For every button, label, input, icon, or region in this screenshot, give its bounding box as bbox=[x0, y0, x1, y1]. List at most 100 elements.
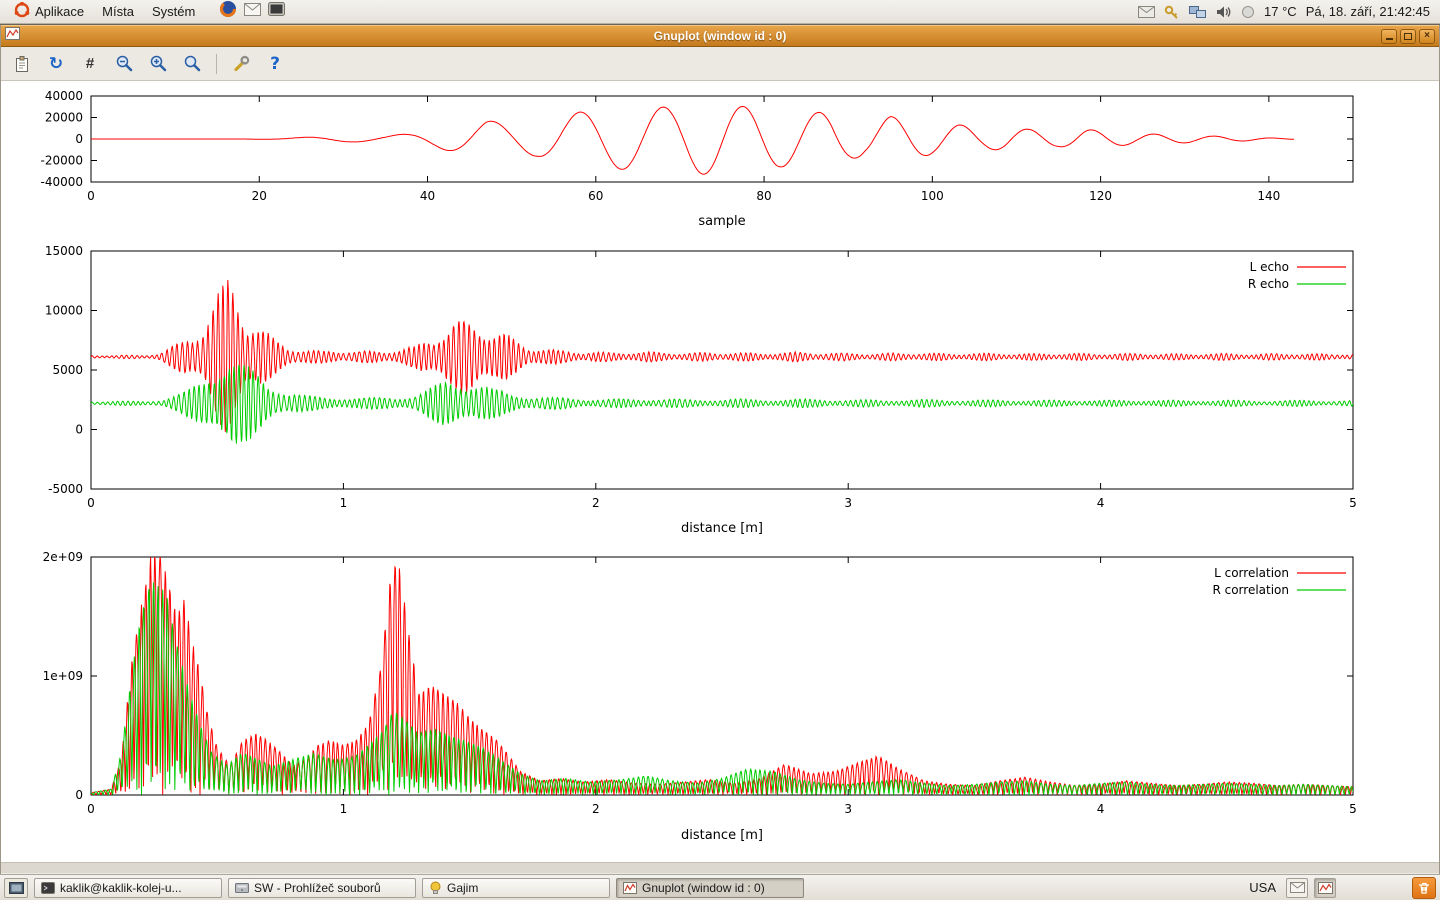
mail-icon bbox=[1290, 882, 1305, 893]
x-tick-label: 3 bbox=[844, 496, 852, 510]
keyring-icon[interactable] bbox=[1164, 5, 1180, 19]
plots-svg[interactable]: 020406080100120140-40000-200000200004000… bbox=[1, 81, 1440, 862]
mail-launcher-icon[interactable] bbox=[244, 3, 261, 21]
x-tick-label: 80 bbox=[756, 189, 771, 203]
clock-applet[interactable]: Pá, 18. září, 21:42:45 bbox=[1306, 4, 1430, 19]
copy-to-clipboard-button[interactable] bbox=[9, 51, 35, 77]
x-tick-label: 3 bbox=[844, 802, 852, 816]
close-icon: × bbox=[1424, 31, 1430, 41]
help-icon: ? bbox=[270, 54, 280, 74]
plot-border bbox=[91, 251, 1353, 489]
panel-launchers bbox=[219, 0, 285, 23]
close-button[interactable]: × bbox=[1419, 29, 1435, 44]
y-tick-label: 40000 bbox=[45, 89, 83, 103]
terminal-launcher-icon[interactable] bbox=[268, 2, 285, 21]
taskbar-item-gnuplot[interactable]: Gnuplot (window id : 0) bbox=[616, 878, 804, 898]
keyboard-layout-indicator[interactable]: USA bbox=[1245, 880, 1280, 895]
toggle-grid-button[interactable]: # bbox=[77, 51, 103, 77]
series-l-correlation bbox=[91, 556, 1353, 795]
y-tick-label: 0 bbox=[75, 132, 83, 146]
x-axis-label: distance [m] bbox=[681, 828, 763, 843]
taskbar-item-label: Gajim bbox=[447, 881, 478, 895]
menu-applications[interactable]: Aplikace bbox=[6, 0, 92, 23]
window-resize-edge[interactable] bbox=[1, 862, 1439, 873]
titlebar[interactable]: Gnuplot (window id : 0) × bbox=[1, 25, 1439, 47]
x-tick-label: 1 bbox=[340, 496, 348, 510]
x-tick-label: 20 bbox=[252, 189, 267, 203]
plot-area: 020406080100120140-40000-200000200004000… bbox=[1, 81, 1439, 862]
y-tick-label: -40000 bbox=[40, 175, 83, 189]
legend-label: L correlation bbox=[1214, 566, 1289, 580]
taskbar: kaklik@kaklik-kolej-u... SW - Prohlížeč … bbox=[0, 874, 1440, 900]
firefox-icon[interactable] bbox=[219, 0, 237, 23]
menu-system[interactable]: Systém bbox=[144, 2, 203, 21]
taskbar-item-label: kaklik@kaklik-kolej-u... bbox=[60, 881, 182, 895]
tray-mail-button[interactable] bbox=[1286, 878, 1308, 898]
gnuplot-task-icon bbox=[623, 882, 637, 894]
volume-icon[interactable] bbox=[1216, 5, 1232, 19]
autoscale-button[interactable] bbox=[179, 51, 205, 77]
x-tick-label: 2 bbox=[592, 496, 600, 510]
y-tick-label: 20000 bbox=[45, 111, 83, 125]
taskbar-item-gajim[interactable]: Gajim bbox=[422, 878, 610, 898]
magnifier-icon bbox=[183, 54, 202, 73]
chart-1: 012345-5000050001000015000distance [m]L … bbox=[45, 244, 1357, 536]
x-tick-label: 4 bbox=[1097, 496, 1105, 510]
chart-2: 01234501e+092e+09distance [m]L correlati… bbox=[43, 550, 1357, 843]
configure-button[interactable] bbox=[228, 51, 254, 77]
x-axis-label: distance [m] bbox=[681, 521, 763, 536]
legend-label: R echo bbox=[1248, 277, 1289, 291]
weather-temperature[interactable]: 17 °C bbox=[1264, 4, 1297, 19]
maximize-button[interactable] bbox=[1400, 29, 1416, 44]
legend-label: R correlation bbox=[1212, 583, 1289, 597]
x-tick-label: 2 bbox=[592, 802, 600, 816]
gnuplot-toolbar: ↻ # ? bbox=[1, 47, 1439, 81]
magnifier-minus-icon bbox=[115, 54, 134, 73]
gnuplot-tray-icon bbox=[1318, 882, 1333, 894]
y-tick-label: 0 bbox=[75, 423, 83, 437]
mail-notify-icon[interactable] bbox=[1138, 6, 1155, 18]
menu-places-label: Místa bbox=[102, 4, 134, 19]
network-icon[interactable] bbox=[1189, 5, 1207, 19]
menu-system-label: Systém bbox=[152, 4, 195, 19]
show-desktop-button[interactable] bbox=[4, 878, 28, 898]
taskbar-item-terminal[interactable]: kaklik@kaklik-kolej-u... bbox=[34, 878, 222, 898]
tray-gnuplot-button[interactable] bbox=[1314, 878, 1336, 898]
series-r-echo bbox=[91, 365, 1353, 444]
x-tick-label: 0 bbox=[87, 189, 95, 203]
x-axis-label: sample bbox=[698, 214, 745, 229]
taskbar-item-label: SW - Prohlížeč souborů bbox=[254, 881, 381, 895]
x-tick-label: 140 bbox=[1257, 189, 1280, 203]
legend-label: L echo bbox=[1250, 260, 1289, 274]
tray-spacer bbox=[1342, 887, 1406, 888]
grid-icon: # bbox=[86, 55, 94, 72]
gajim-icon bbox=[429, 881, 442, 894]
x-tick-label: 120 bbox=[1089, 189, 1112, 203]
wrench-icon bbox=[232, 55, 250, 73]
ubuntu-logo-icon bbox=[14, 2, 30, 21]
help-button[interactable]: ? bbox=[262, 51, 288, 77]
window-title: Gnuplot (window id : 0) bbox=[1, 29, 1439, 43]
taskbar-item-label: Gnuplot (window id : 0) bbox=[642, 881, 765, 895]
x-tick-label: 0 bbox=[87, 802, 95, 816]
y-tick-label: 0 bbox=[75, 788, 83, 802]
panel-menus: Aplikace Místa Systém bbox=[0, 0, 285, 23]
menu-places[interactable]: Místa bbox=[94, 2, 142, 21]
magnifier-plus-icon bbox=[149, 54, 168, 73]
replot-button[interactable]: ↻ bbox=[43, 51, 69, 77]
x-tick-label: 40 bbox=[420, 189, 435, 203]
x-tick-label: 0 bbox=[87, 496, 95, 510]
zoom-previous-button[interactable] bbox=[111, 51, 137, 77]
x-tick-label: 5 bbox=[1349, 802, 1357, 816]
y-tick-label: 1e+09 bbox=[43, 669, 83, 683]
trash-applet-icon[interactable] bbox=[1412, 877, 1436, 899]
window-icon bbox=[5, 27, 20, 45]
menu-applications-label: Aplikace bbox=[35, 4, 84, 19]
zoom-next-button[interactable] bbox=[145, 51, 171, 77]
y-tick-label: 15000 bbox=[45, 244, 83, 258]
minimize-button[interactable] bbox=[1381, 29, 1397, 44]
y-tick-label: 10000 bbox=[45, 304, 83, 318]
taskbar-item-file-manager[interactable]: SW - Prohlížeč souborů bbox=[228, 878, 416, 898]
refresh-icon: ↻ bbox=[49, 54, 63, 74]
series-chirp-signal bbox=[91, 107, 1294, 175]
